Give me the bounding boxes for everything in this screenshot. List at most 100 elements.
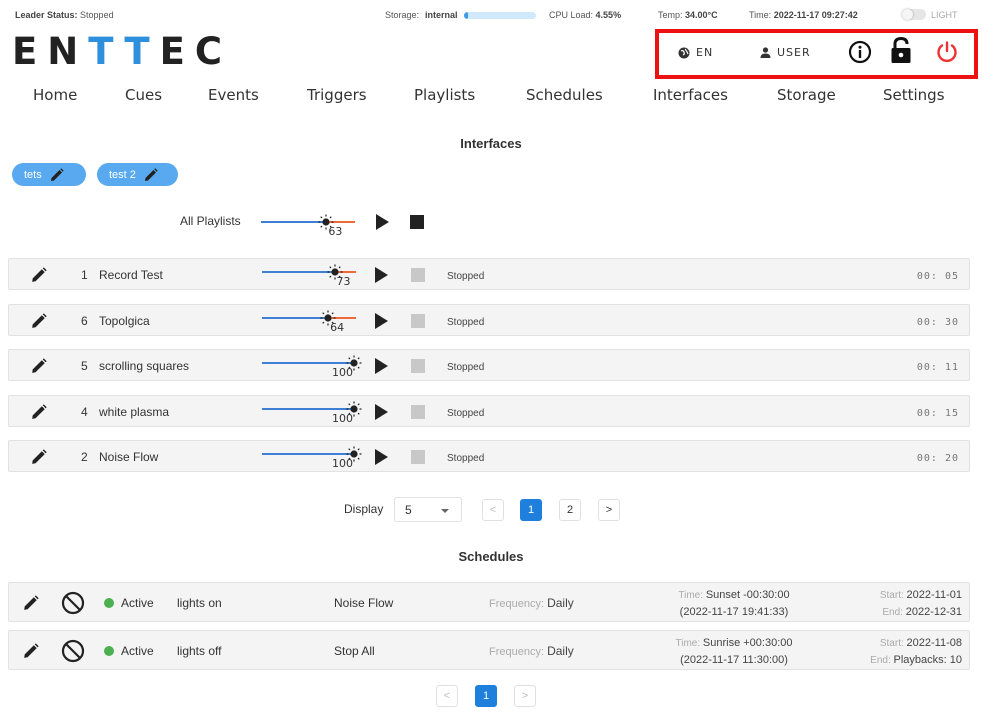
schedule-state: Active [121, 596, 154, 610]
user-menu[interactable]: USER [760, 46, 811, 59]
theme-toggle[interactable]: LIGHT [902, 9, 958, 20]
playlist-duration: 00: 05 [916, 271, 959, 282]
toggle-knob [902, 9, 913, 20]
playlist-level-slider[interactable]: 100 [262, 446, 362, 470]
main-nav: Home Cues Events Triggers Playlists Sche… [0, 86, 982, 106]
play-button[interactable] [375, 449, 388, 465]
playlist-level-slider[interactable]: 64 [262, 310, 356, 334]
edit-pencil-icon[interactable] [31, 358, 47, 374]
all-playlists-level-slider[interactable]: 63 [261, 214, 355, 238]
page-1-button[interactable]: 1 [520, 499, 542, 521]
language-selector[interactable]: EN [678, 46, 713, 59]
nav-home[interactable]: Home [33, 86, 77, 104]
lock-button[interactable] [890, 36, 912, 69]
playlist-level-slider[interactable]: 100 [262, 355, 362, 379]
playlist-status: Stopped [447, 408, 485, 419]
schedule-frequency: Frequency: Daily [489, 644, 574, 658]
schedule-name: lights on [177, 596, 222, 610]
display-count-value: 5 [405, 503, 412, 517]
nav-schedules[interactable]: Schedules [526, 86, 603, 104]
playlist-number: 2 [81, 450, 88, 464]
edit-pencil-icon[interactable] [23, 595, 39, 611]
pencil-icon[interactable] [50, 167, 64, 182]
slider-track-filled [262, 362, 354, 364]
slider-track-filled [261, 221, 327, 223]
play-button[interactable] [375, 404, 388, 420]
playlist-level-slider[interactable]: 73 [262, 264, 356, 288]
page-2-button[interactable]: 2 [559, 499, 581, 521]
nav-playlists[interactable]: Playlists [414, 86, 475, 104]
playlist-row: 6 Topolgica 64 Stopped 00: 30 [8, 304, 970, 336]
playlist-number: 5 [81, 359, 88, 373]
nav-triggers[interactable]: Triggers [307, 86, 367, 104]
playlist-number: 4 [81, 405, 88, 419]
slider-track-filled [262, 408, 354, 410]
edit-pencil-icon[interactable] [31, 404, 47, 420]
toggle-switch[interactable] [902, 9, 926, 20]
stop-all-button[interactable] [410, 215, 424, 229]
playlist-duration: 00: 11 [916, 362, 959, 373]
schedule-target: Stop All [334, 644, 375, 658]
level-value: 63 [328, 225, 343, 238]
nav-settings[interactable]: Settings [883, 86, 945, 104]
stop-button[interactable] [411, 314, 425, 328]
level-value: 100 [332, 412, 353, 425]
schedule-next-page-button[interactable]: > [514, 685, 536, 707]
display-count-select[interactable]: 5 [394, 497, 462, 522]
nav-cues[interactable]: Cues [125, 86, 162, 104]
level-value: 100 [332, 457, 353, 470]
nav-storage[interactable]: Storage [777, 86, 836, 104]
interfaces-title: Interfaces [460, 136, 522, 151]
playlist-status: Stopped [447, 453, 485, 464]
power-button[interactable] [935, 40, 959, 69]
disable-ban-icon[interactable] [61, 639, 85, 663]
edit-pencil-icon[interactable] [31, 449, 47, 465]
enttec-logo[interactable]: ENTTEC [12, 30, 232, 73]
schedule-state: Active [121, 644, 154, 658]
playlist-row: 1 Record Test 73 Stopped 00: 05 [8, 258, 970, 290]
level-value: 100 [332, 366, 353, 379]
interface-chip-test-2[interactable]: test 2 [97, 163, 178, 186]
chevron-down-icon [441, 509, 449, 513]
level-value: 73 [336, 275, 351, 288]
user-label: USER [777, 46, 811, 59]
playlist-duration: 00: 15 [916, 408, 959, 419]
schedule-time: Time: Sunset -00:30:00 (2022-11-17 19:41… [678, 589, 790, 618]
playlist-level-slider[interactable]: 100 [262, 401, 362, 425]
schedule-page-1-button[interactable]: 1 [475, 685, 497, 707]
disable-ban-icon[interactable] [61, 591, 85, 615]
stop-button[interactable] [411, 359, 425, 373]
play-all-button[interactable] [376, 214, 389, 230]
globe-icon [678, 47, 690, 58]
next-page-button[interactable]: > [598, 499, 620, 521]
schedule-prev-page-button[interactable]: < [436, 685, 458, 707]
schedule-range: Start: 2022-11-08 End: Playbacks: 10 [870, 637, 962, 666]
play-button[interactable] [375, 358, 388, 374]
stop-button[interactable] [411, 268, 425, 282]
prev-page-button[interactable]: < [482, 499, 504, 521]
user-icon [760, 47, 771, 58]
active-status-dot [104, 646, 114, 656]
info-button[interactable] [848, 40, 872, 69]
edit-pencil-icon[interactable] [31, 267, 47, 283]
all-playlists-label: All Playlists [180, 214, 241, 228]
playlist-number: 1 [81, 268, 88, 282]
stop-button[interactable] [411, 405, 425, 419]
status-bar: Leader Status: Stopped Storage: internal… [0, 0, 982, 28]
playlist-duration: 00: 20 [916, 453, 959, 464]
playlist-row: 4 white plasma 100 Stopped 00: 15 [8, 395, 970, 427]
interface-chip-tets[interactable]: tets [12, 163, 86, 186]
stop-button[interactable] [411, 450, 425, 464]
play-button[interactable] [375, 313, 388, 329]
slider-track-filled [262, 317, 329, 319]
play-button[interactable] [375, 267, 388, 283]
schedules-title: Schedules [458, 549, 524, 564]
edit-pencil-icon[interactable] [31, 313, 47, 329]
edit-pencil-icon[interactable] [23, 643, 39, 659]
pencil-icon[interactable] [144, 167, 158, 182]
slider-track-filled [262, 271, 335, 273]
nav-events[interactable]: Events [208, 86, 259, 104]
storage-bar-fill [463, 11, 468, 19]
storage-bar [463, 11, 536, 19]
nav-interfaces[interactable]: Interfaces [653, 86, 728, 104]
